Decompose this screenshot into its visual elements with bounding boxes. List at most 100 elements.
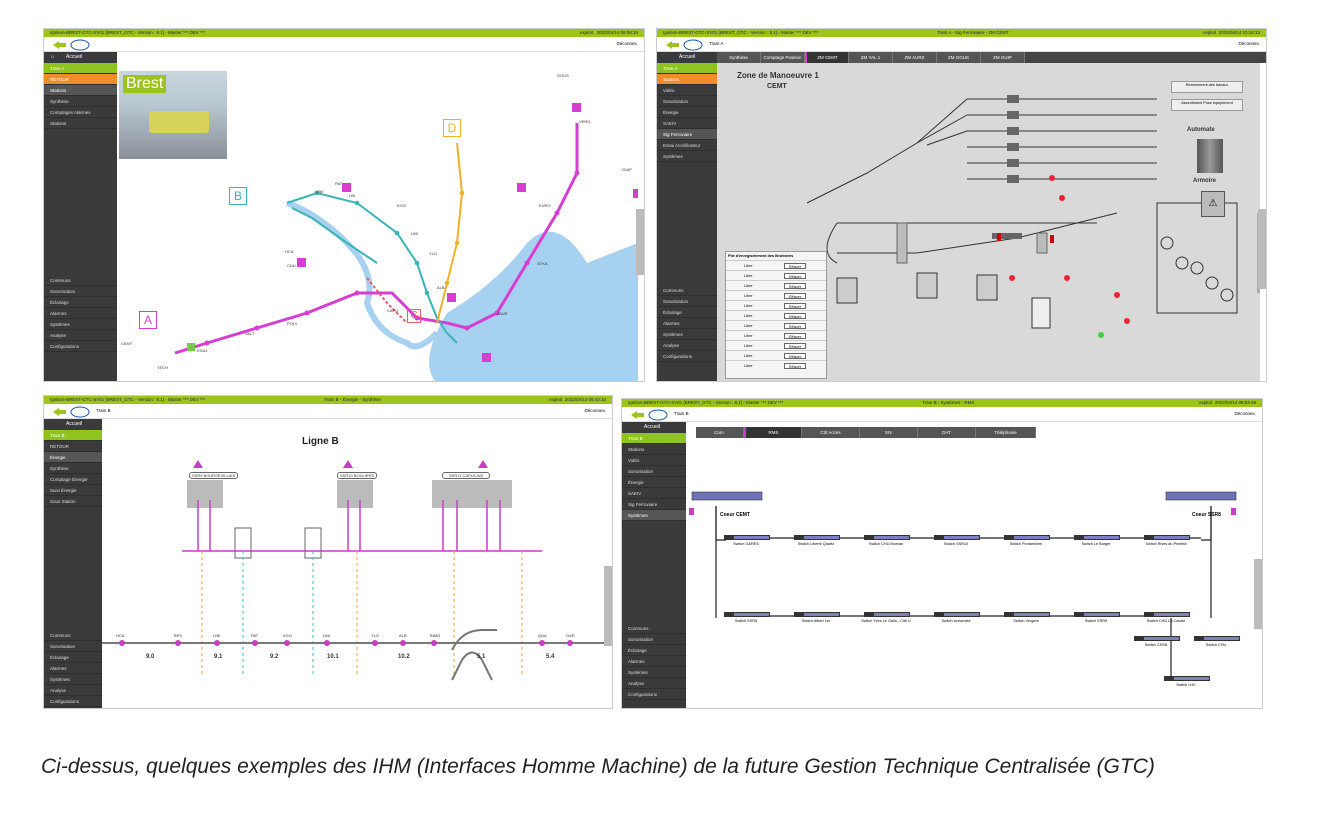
sidebar-item-tram-b[interactable]: Tram B — [622, 433, 686, 444]
effacer-button[interactable]: Effacer — [784, 283, 806, 289]
home-bar[interactable]: Accueil — [657, 52, 717, 63]
network-switch[interactable]: Switch Rives du Penfeld — [1136, 535, 1196, 546]
sidebar-item-saeiv[interactable]: SAEIV — [622, 488, 686, 499]
effacer-button[interactable]: Effacer — [784, 313, 806, 319]
effacer-button[interactable]: Effacer — [784, 333, 806, 339]
back-arrow-icon[interactable] — [663, 39, 703, 51]
sidebar-item-tram-b[interactable]: Tram B — [44, 430, 102, 441]
network-switch[interactable]: Switch CHU Morvan — [856, 535, 916, 546]
back-arrow-icon[interactable] — [50, 39, 90, 51]
sidebar-item-stations[interactable]: Stations — [44, 85, 117, 96]
sidebar-item-essai[interactable]: Essai Accélérateur — [657, 140, 717, 151]
sidebar-item-synthese[interactable]: Synthèse — [44, 96, 117, 107]
home-bar[interactable]: ⌂ Accueil — [44, 52, 117, 63]
sidebar-item-sig-ferroviaire[interactable]: Sig Ferroviaire — [657, 129, 717, 140]
sidebar-item-systemes[interactable]: Systèmes — [657, 151, 717, 162]
sidebar-item-suivi[interactable]: Suivi Énergie — [44, 485, 102, 496]
sidebar-item-stations[interactable]: Stations — [657, 74, 717, 85]
sidebar-item-communs[interactable]: Communs — [44, 630, 102, 641]
sidebar-item-synthese[interactable]: Synthèse — [44, 463, 102, 474]
sidebar-item-communs[interactable]: Communs — [657, 285, 717, 296]
network-switch[interactable]: Switch CSSN — [1126, 636, 1186, 647]
tab-dat[interactable]: DAT — [918, 427, 976, 438]
effacer-button[interactable]: Effacer — [784, 303, 806, 309]
tool-strip[interactable] — [1258, 209, 1266, 289]
sidebar-item-alarmes[interactable]: Alarmes — [657, 318, 717, 329]
network-switch[interactable]: Switch SSR5 — [716, 612, 776, 623]
sidebar-item-stations[interactable]: Stations — [622, 444, 686, 455]
sidebar-item-comptage[interactable]: Comptage Énergie — [44, 474, 102, 485]
sidebar-item-alarmes[interactable]: Alarmes — [622, 656, 686, 667]
tab-ctrl-acces[interactable]: Ctrl Accès — [802, 427, 860, 438]
sidebar-item-sig-ferroviaire[interactable]: Sig Ferroviaire — [622, 499, 686, 510]
tab-rms[interactable]: RMS — [744, 427, 802, 438]
sidebar-item-energie[interactable]: Énergie — [44, 452, 102, 463]
sidebar-item-configurations[interactable]: Configurations — [44, 696, 102, 707]
sidebar-item-communs[interactable]: Communs — [622, 623, 686, 634]
assentiment-button[interactable]: Assentiment Pose équipement — [1171, 99, 1243, 111]
rearmement-button[interactable]: Réarmement des travaux — [1171, 81, 1243, 93]
back-arrow-icon[interactable] — [50, 406, 90, 418]
effacer-button[interactable]: Effacer — [784, 353, 806, 359]
sidebar-item-systemes[interactable]: Systèmes — [44, 319, 117, 330]
logout-button[interactable]: Déconnex. — [616, 41, 638, 46]
sidebar-item-alarmes[interactable]: Alarmes — [44, 308, 117, 319]
logout-button[interactable]: Déconnex. — [1238, 41, 1260, 46]
sidebar-item-tram-a[interactable]: Tram A — [44, 63, 117, 74]
tab-zm-yal1[interactable]: ZM YAL 1 — [849, 52, 893, 63]
sidebar-item-video[interactable]: Vidéo — [657, 85, 717, 96]
network-switch[interactable]: Switch Université — [926, 612, 986, 623]
sidebar-item-sonorisation[interactable]: Sonorisation — [622, 466, 686, 477]
tab-siv[interactable]: SIV — [860, 427, 918, 438]
sidebar-item-sonorisation-2[interactable]: Sonorisation — [657, 296, 717, 307]
sidebar-item-systemes[interactable]: Systèmes — [44, 674, 102, 685]
sidebar-item-sonorisation[interactable]: Sonorisation — [44, 286, 117, 297]
sidebar-item-configurations[interactable]: Configurations — [657, 351, 717, 362]
network-switch[interactable]: Switch Liberté Quartz — [786, 535, 846, 546]
sidebar-item-configurations[interactable]: Configurations — [622, 689, 686, 700]
network-switch[interactable]: Switch SSR9 — [1066, 612, 1126, 623]
effacer-button[interactable]: Effacer — [784, 273, 806, 279]
effacer-button[interactable]: Effacer — [784, 263, 806, 269]
sidebar-item-analyse[interactable]: Analyse — [44, 330, 117, 341]
sidebar-item-comptages[interactable]: Comptages Alarmes — [44, 107, 117, 118]
network-switch[interactable]: Switch LHC — [1156, 676, 1216, 687]
sidebar-item-sonorisation[interactable]: Sonorisation — [657, 96, 717, 107]
logout-button[interactable]: Déconnex. — [1234, 411, 1256, 416]
sidebar-item-analyse[interactable]: Analyse — [44, 685, 102, 696]
tab-telephonie[interactable]: Téléphonie — [976, 427, 1036, 438]
sidebar-item-eclairage[interactable]: Éclairage — [44, 652, 102, 663]
network-switch[interactable]: Switch SSR10 — [926, 535, 986, 546]
sidebar-item-retour[interactable]: RETOUR — [44, 441, 102, 452]
sidebar-item-systemes-2[interactable]: Systèmes — [622, 667, 686, 678]
tool-strip[interactable] — [604, 566, 612, 646]
network-switch[interactable]: Switch CHU La Cavale — [1136, 612, 1196, 623]
sidebar-item-sous-station[interactable]: Sous Station — [44, 496, 102, 507]
tab-zm-gous[interactable]: ZM GOUS — [937, 52, 981, 63]
network-switch[interactable]: Switch Le Burget — [1066, 535, 1126, 546]
tool-strip[interactable] — [1254, 559, 1262, 629]
tab-synthese[interactable]: Synthèse — [717, 52, 761, 63]
network-switch[interactable]: Switch Vergers — [996, 612, 1056, 623]
sidebar-item-sonorisation-2[interactable]: Sonorisation — [622, 634, 686, 645]
sidebar-item-alarmes[interactable]: Alarmes — [44, 663, 102, 674]
sidebar-item-video[interactable]: Vidéo — [622, 455, 686, 466]
sidebar-item-retour[interactable]: RETOUR — [44, 74, 117, 85]
sidebar-item-eclairage[interactable]: Éclairage — [44, 297, 117, 308]
sidebar-item-stations-2[interactable]: Stations — [44, 118, 117, 129]
tab-zm-cemt[interactable]: ZM CEMT — [805, 52, 849, 63]
sidebar-item-sonorisation[interactable]: Sonorisation — [44, 641, 102, 652]
sidebar-item-energie[interactable]: Énergie — [622, 477, 686, 488]
sidebar-item-energie[interactable]: Énergie — [657, 107, 717, 118]
sidebar-item-eclairage[interactable]: Éclairage — [622, 645, 686, 656]
sidebar-item-eclairage[interactable]: Éclairage — [657, 307, 717, 318]
sidebar-item-analyse[interactable]: Analyse — [657, 340, 717, 351]
effacer-button[interactable]: Effacer — [784, 293, 806, 299]
tool-strip[interactable] — [636, 209, 644, 275]
network-switch[interactable]: Switch Pontanézen — [996, 535, 1056, 546]
sidebar-item-systemes[interactable]: Systèmes — [622, 510, 686, 521]
sidebar-item-analyse[interactable]: Analyse — [622, 678, 686, 689]
effacer-button[interactable]: Effacer — [784, 323, 806, 329]
back-arrow-icon[interactable] — [628, 409, 668, 421]
tab-zm-aurz[interactable]: ZM AURZ — [893, 52, 937, 63]
